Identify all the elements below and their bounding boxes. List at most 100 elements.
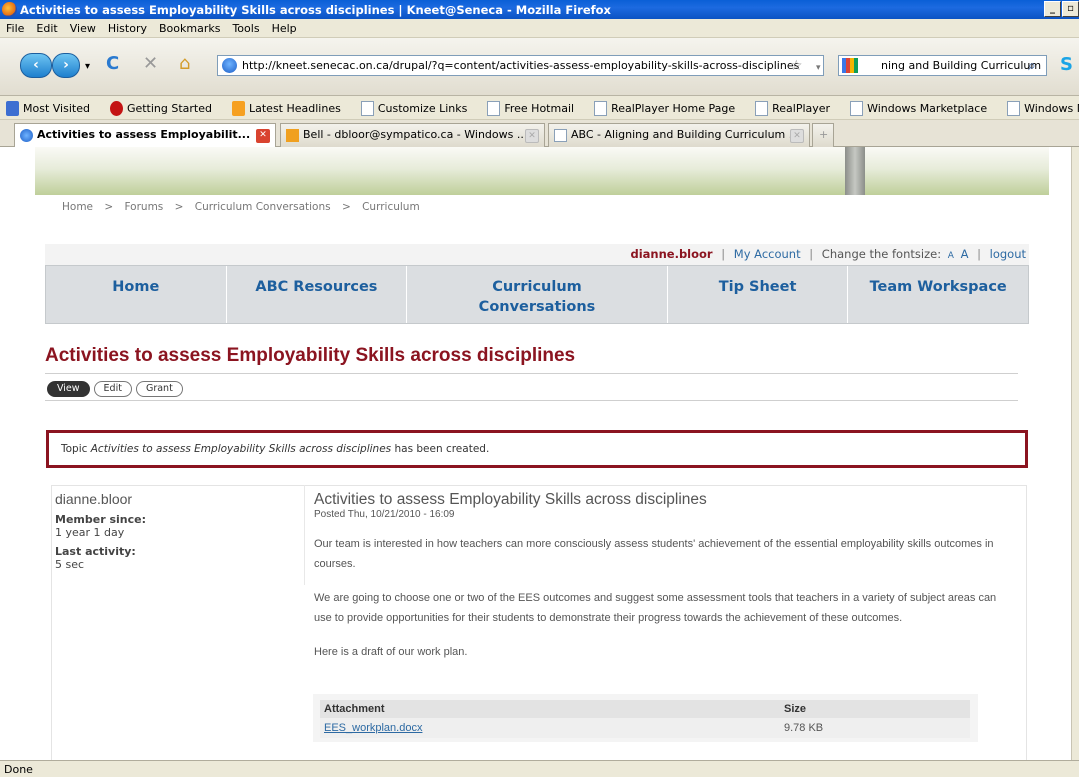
- nav-home[interactable]: Home: [46, 266, 227, 323]
- search-icon[interactable]: ⌕: [1028, 56, 1036, 76]
- url-dropdown-icon[interactable]: ▾: [816, 58, 821, 78]
- menu-edit[interactable]: Edit: [36, 22, 57, 35]
- close-tab-icon[interactable]: ✕: [790, 129, 804, 143]
- tab-abc[interactable]: ABC - Aligning and Building Curriculum .…: [548, 123, 810, 147]
- nav-curriculum-conversations[interactable]: Curriculum Conversations: [407, 266, 668, 323]
- page-icon: [850, 101, 864, 116]
- navigation-toolbar: ‹ › ▾ C ✕ ⌂ http://kneet.senecac.on.ca/d…: [0, 38, 1079, 96]
- attachments-table: Attachment Size EES_workplan.docx 9.78 K…: [313, 694, 978, 742]
- tab-activities[interactable]: Activities to assess Employabilit... ✕: [14, 123, 276, 148]
- page-content: Home > Forums > Curriculum Conversations…: [0, 147, 1071, 760]
- breadcrumb-forums[interactable]: Forums: [125, 201, 164, 213]
- menu-bookmarks[interactable]: Bookmarks: [159, 22, 220, 35]
- reload-icon[interactable]: C: [106, 54, 119, 74]
- nav-abc-resources[interactable]: ABC Resources: [227, 266, 408, 323]
- new-tab-button[interactable]: +: [812, 123, 834, 147]
- bookmark-latest-headlines[interactable]: Latest Headlines: [226, 101, 341, 116]
- tab-view[interactable]: View: [47, 381, 90, 397]
- font-large-button[interactable]: A: [961, 247, 969, 261]
- bookmark-free-hotmail[interactable]: Free Hotmail: [481, 101, 574, 116]
- close-tab-icon[interactable]: ✕: [525, 129, 539, 143]
- maximize-button[interactable]: ▫: [1062, 1, 1079, 17]
- fontsize-label: Change the fontsize:: [821, 247, 942, 261]
- drupal-favicon: [20, 129, 33, 142]
- bookmark-realplayer[interactable]: RealPlayer: [749, 101, 830, 116]
- page-icon: [755, 101, 769, 116]
- tab-strip: Activities to assess Employabilit... ✕ B…: [0, 120, 1079, 148]
- url-bar[interactable]: http://kneet.senecac.on.ca/drupal/?q=con…: [217, 55, 824, 76]
- attachment-link[interactable]: EES_workplan.docx: [324, 722, 422, 734]
- firefox-icon: [2, 2, 17, 17]
- post-paragraph: We are going to choose one or two of the…: [314, 592, 997, 624]
- window-controls: _ ▫: [1044, 1, 1079, 17]
- status-bar: Done: [0, 760, 1079, 777]
- home-icon[interactable]: ⌂: [179, 54, 190, 74]
- breadcrumb-curriculum[interactable]: Curriculum: [362, 201, 420, 213]
- menu-help[interactable]: Help: [272, 22, 297, 35]
- title-divider: [45, 373, 1018, 374]
- search-box[interactable]: ning and Building Curriculum: [838, 55, 1047, 76]
- post-body: Activities to assess Employability Skill…: [314, 491, 1014, 662]
- page-icon: [360, 101, 374, 116]
- vertical-scrollbar[interactable]: [1071, 147, 1079, 760]
- close-tab-icon[interactable]: ✕: [256, 129, 270, 143]
- bookmarks-toolbar: Most Visited Getting Started Latest Head…: [0, 98, 1079, 120]
- breadcrumb: Home > Forums > Curriculum Conversations…: [62, 201, 420, 213]
- minimize-button[interactable]: _: [1044, 1, 1061, 17]
- firefox-bookmark-icon: [109, 101, 123, 116]
- page-title: Activities to assess Employability Skill…: [45, 345, 576, 366]
- page-icon: [594, 101, 608, 116]
- bookmark-most-visited[interactable]: Most Visited: [0, 101, 90, 116]
- my-account-link[interactable]: My Account: [734, 247, 801, 261]
- search-engine-icon[interactable]: [842, 58, 858, 73]
- bookmark-windows-media[interactable]: Windows Media: [1001, 101, 1079, 116]
- stop-icon[interactable]: ✕: [143, 54, 158, 74]
- menu-history[interactable]: History: [108, 22, 147, 35]
- attachment-size: 9.78 KB: [780, 718, 970, 738]
- forward-button[interactable]: ›: [52, 53, 80, 78]
- author-info: dianne.bloor Member since: 1 year 1 day …: [55, 491, 295, 571]
- page-icon: [1007, 101, 1021, 116]
- member-since-value: 1 year 1 day: [55, 526, 125, 539]
- url-text: http://kneet.senecac.on.ca/drupal/?q=con…: [242, 59, 800, 72]
- bookmark-folder-icon: [6, 101, 19, 116]
- last-activity-value: 5 sec: [55, 558, 85, 571]
- menu-view[interactable]: View: [70, 22, 96, 35]
- bookmark-star-icon[interactable]: ☆: [790, 56, 803, 76]
- breadcrumb-home[interactable]: Home: [62, 201, 93, 213]
- tab-edit[interactable]: Edit: [93, 381, 132, 397]
- search-text: ning and Building Curriculum: [881, 59, 1042, 72]
- username[interactable]: dianne.bloor: [630, 247, 712, 261]
- table-row: EES_workplan.docx 9.78 KB: [320, 718, 970, 738]
- bookmark-realplayer-home[interactable]: RealPlayer Home Page: [588, 101, 735, 116]
- menu-file[interactable]: File: [6, 22, 24, 35]
- back-button[interactable]: ‹: [20, 53, 52, 78]
- page-icon: [487, 101, 501, 116]
- post-paragraph: Our team is interested in how teachers c…: [314, 538, 994, 570]
- font-small-button[interactable]: A: [948, 251, 954, 261]
- menu-tools[interactable]: Tools: [232, 22, 259, 35]
- dropdown-history-icon[interactable]: ▾: [85, 57, 90, 77]
- bookmark-customize-links[interactable]: Customize Links: [355, 101, 467, 116]
- nav-tip-sheet[interactable]: Tip Sheet: [668, 266, 849, 323]
- last-activity-label: Last activity:: [55, 545, 136, 558]
- bookmark-windows-marketplace[interactable]: Windows Marketplace: [844, 101, 987, 116]
- banner-signpost: [845, 147, 865, 195]
- nav-team-workspace[interactable]: Team Workspace: [848, 266, 1028, 323]
- member-since-label: Member since:: [55, 513, 146, 526]
- tab-bell-mail[interactable]: Bell - dbloor@sympatico.ca - Windows ...…: [280, 123, 545, 147]
- window-titlebar: Activities to assess Employability Skill…: [0, 0, 1079, 19]
- author-name[interactable]: dianne.bloor: [55, 491, 295, 507]
- logout-link[interactable]: logout: [990, 247, 1026, 261]
- skype-icon[interactable]: S: [1060, 55, 1073, 75]
- size-header: Size: [780, 700, 970, 718]
- breadcrumb-curriculum-conversations[interactable]: Curriculum Conversations: [195, 201, 331, 213]
- site-favicon: [222, 58, 237, 73]
- attachment-header: Attachment: [320, 700, 780, 718]
- window-title: Activities to assess Employability Skill…: [20, 2, 611, 17]
- bookmark-getting-started[interactable]: Getting Started: [104, 101, 212, 116]
- main-navigation: Home ABC Resources Curriculum Conversati…: [45, 265, 1029, 324]
- tab-grant[interactable]: Grant: [135, 381, 183, 397]
- status-text: Done: [4, 763, 33, 776]
- page-favicon: [554, 129, 567, 142]
